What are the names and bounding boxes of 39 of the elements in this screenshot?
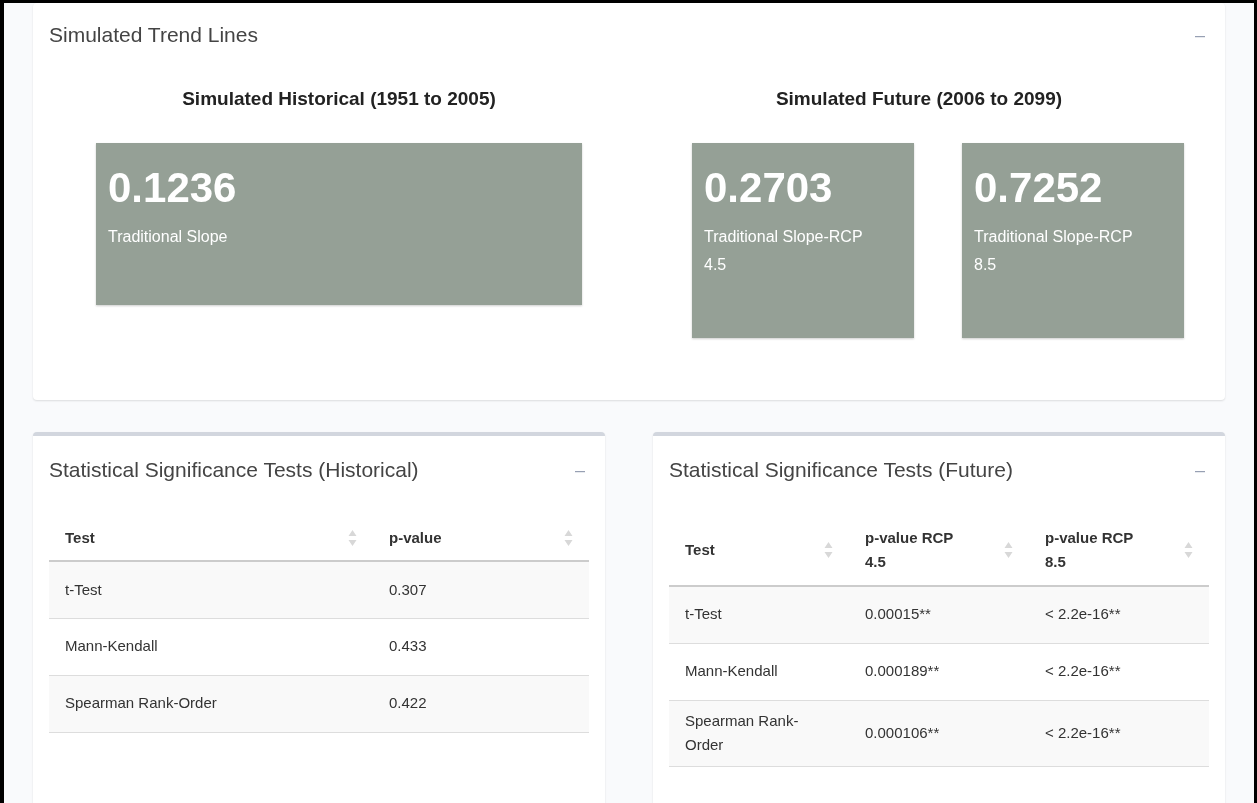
- table-cell: 0.307: [389, 580, 427, 598]
- table-cell: 0.422: [389, 694, 427, 712]
- sort-icon: [564, 528, 573, 547]
- value-label: Traditional Slope-RCP 4.5: [704, 227, 864, 275]
- section-heading: Simulated Future (2006 to 2099): [775, 86, 1063, 111]
- table-cell: 0.433: [389, 637, 427, 655]
- value-label: Traditional Slope-RCP 8.5: [974, 227, 1134, 275]
- table-cell-text: Spearman Rank-Order: [685, 710, 800, 756]
- table-cell-text: < 2.2e-16**: [1045, 722, 1121, 743]
- sort-icon: [1184, 541, 1193, 560]
- table-cell-text: < 2.2e-16**: [1045, 661, 1121, 682]
- sort-icon: [348, 528, 357, 547]
- column-header: p-value: [389, 527, 442, 548]
- section-heading: Simulated Historical (1951 to 2005): [182, 86, 496, 111]
- table-cell-text: < 2.2e-16**: [1045, 604, 1121, 625]
- sort-icon: [1004, 541, 1013, 560]
- table-cell-text: 0.00015**: [865, 604, 931, 625]
- column-header: Test: [685, 539, 715, 560]
- table-cell-text: Mann-Kendall: [685, 661, 778, 682]
- collapse-button[interactable]: –: [1191, 25, 1209, 44]
- value-text: 0.7252: [974, 163, 1104, 213]
- collapse-button[interactable]: –: [1191, 460, 1209, 479]
- collapse-button[interactable]: –: [571, 460, 589, 479]
- table-cell: Mann-Kendall: [65, 637, 158, 655]
- column-header: Test: [65, 527, 95, 548]
- value-text: 0.2703: [704, 163, 834, 213]
- column-header: p-value RCP 8.5: [1045, 527, 1135, 573]
- table-cell: Spearman Rank-Order: [65, 694, 217, 712]
- value-label: Traditional Slope: [108, 227, 229, 248]
- card-title: Statistical Significance Tests (Historical): [49, 457, 419, 483]
- table-cell: t-Test: [65, 580, 102, 598]
- card-title: Simulated Trend Lines: [49, 22, 258, 48]
- card-title: Statistical Significance Tests (Future): [669, 457, 1013, 483]
- sort-icon: [824, 541, 833, 560]
- table-cell-text: t-Test: [685, 604, 722, 625]
- table-cell-text: 0.000189**: [865, 661, 940, 682]
- column-header: p-value RCP 4.5: [865, 527, 955, 573]
- table-cell-text: 0.000106**: [865, 722, 940, 743]
- value-text: 0.1236: [108, 163, 238, 213]
